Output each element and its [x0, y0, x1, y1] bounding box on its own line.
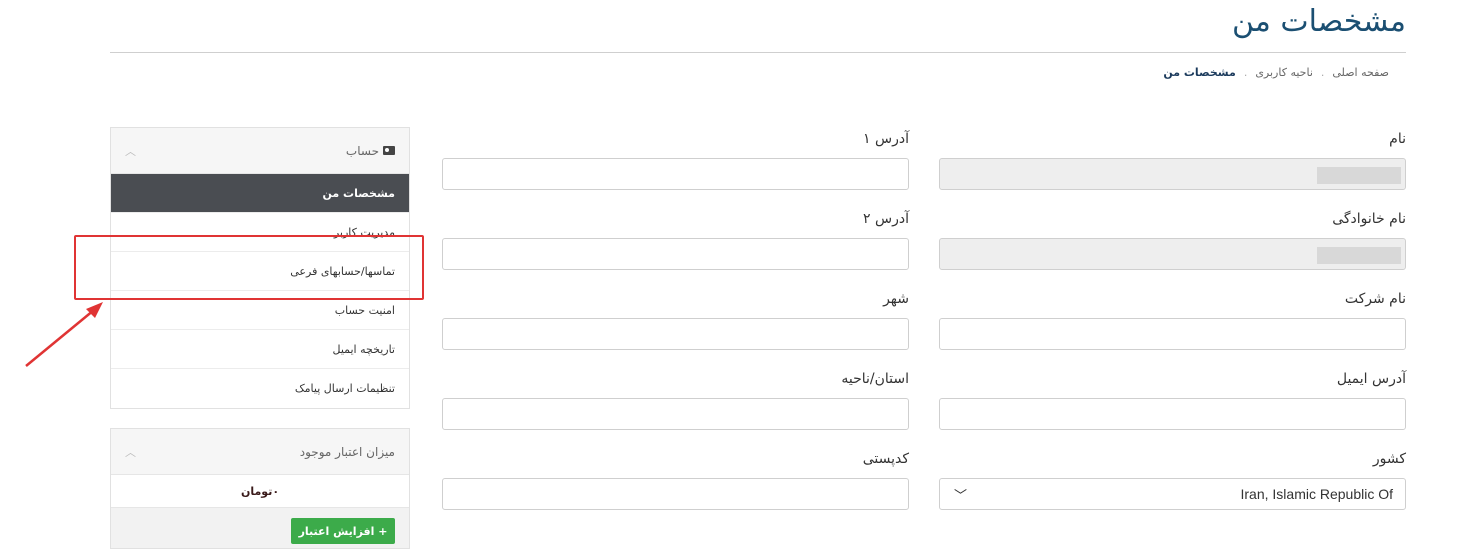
- redacted-value: [1317, 247, 1401, 264]
- country-label: کشور: [1372, 451, 1406, 467]
- state-input[interactable]: [442, 398, 909, 430]
- country-value: Iran, Islamic Republic Of: [1240, 486, 1394, 502]
- first-name-input: [939, 158, 1406, 190]
- state-label: استان/ناحیه: [841, 371, 909, 387]
- address2-label: آدرس ۲: [863, 211, 909, 227]
- address1-input[interactable]: [442, 158, 909, 190]
- chevron-down-icon: ﹀: [954, 489, 968, 504]
- first-name-label: نام: [1389, 131, 1406, 147]
- redacted-value: [1317, 167, 1401, 184]
- address1-label: آدرس ۱: [863, 131, 909, 147]
- country-select[interactable]: Iran, Islamic Republic Of ﹀: [939, 478, 1406, 510]
- postcode-label: کدپستی: [862, 451, 909, 467]
- company-name-input[interactable]: [939, 318, 1406, 350]
- email-label: آدرس ایمیل: [1336, 371, 1406, 387]
- postcode-input[interactable]: [442, 478, 909, 510]
- company-name-label: نام شرکت: [1344, 291, 1406, 307]
- city-label: شهر: [883, 291, 909, 307]
- last-name-input: [939, 238, 1406, 270]
- city-input[interactable]: [442, 318, 909, 350]
- last-name-label: نام خانوادگی: [1332, 211, 1406, 227]
- email-input[interactable]: [939, 398, 1406, 430]
- address2-input[interactable]: [442, 238, 909, 270]
